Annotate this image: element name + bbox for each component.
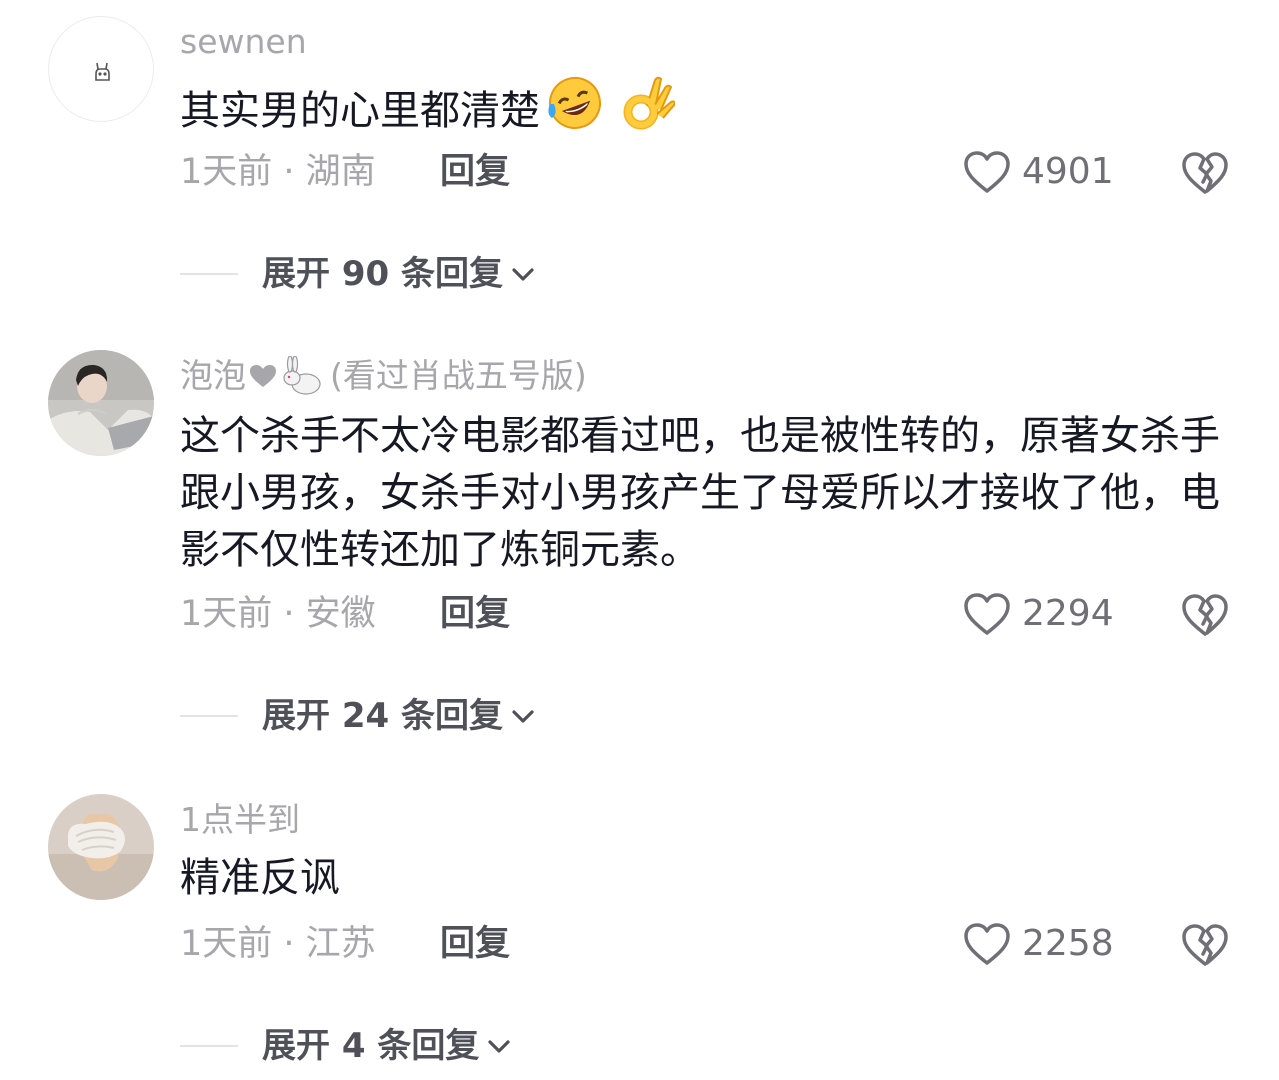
avatar[interactable] [48, 794, 154, 900]
rabbit-logo-icon [95, 62, 110, 81]
comment-text-content: 其实男的心里都清楚 [180, 88, 540, 134]
divider-line [180, 1045, 238, 1047]
chevron-down-icon [488, 1040, 510, 1053]
expand-replies-button[interactable]: 展开 90 条回复 [180, 252, 537, 296]
like-button[interactable]: 2258 [962, 919, 1114, 969]
avatar[interactable] [48, 16, 154, 122]
comment-text: 精准反讽 [180, 855, 340, 901]
avatar-photo [48, 350, 154, 456]
like-count: 4901 [1022, 151, 1114, 192]
username-text: 泡泡 [180, 356, 246, 395]
divider-line [180, 273, 238, 275]
avatar[interactable] [48, 350, 154, 456]
reply-button[interactable]: 回复 [440, 150, 510, 194]
username[interactable]: 1点半到 [180, 800, 300, 840]
username[interactable]: sewnen [180, 22, 307, 62]
comment-meta: 1天前 · 安徽 [180, 594, 376, 634]
expand-replies-label: 展开 90 条回复 [262, 254, 503, 294]
like-button[interactable]: 2294 [962, 589, 1114, 639]
broken-heart-icon[interactable] [1180, 590, 1230, 640]
broken-heart-icon[interactable] [1180, 148, 1230, 198]
expand-replies-button[interactable]: 展开 24 条回复 [180, 694, 537, 738]
comment-meta: 1天前 · 湖南 [180, 152, 376, 192]
expand-replies-label: 展开 24 条回复 [262, 696, 503, 736]
divider-line [180, 715, 238, 717]
like-count: 2258 [1022, 923, 1114, 964]
comment-text: 这个杀手不太冷电影都看过吧，也是被性转的，原著女杀手跟小男孩，女杀手对小男孩产生… [180, 413, 1220, 573]
heart-icon [250, 365, 276, 387]
heart-outline-icon [964, 151, 1010, 193]
like-count: 2294 [1022, 593, 1114, 634]
ok-hand-emoji-icon [623, 76, 676, 130]
comment-text: 其实男的心里都清楚 [180, 74, 1240, 148]
reply-button[interactable]: 回复 [440, 592, 510, 636]
chevron-down-icon [512, 710, 534, 723]
broken-heart-icon[interactable] [1180, 920, 1230, 970]
avatar-photo [48, 794, 154, 900]
expand-replies-label: 展开 4 条回复 [262, 1026, 480, 1066]
username-suffix: (看过肖战五号版) [330, 356, 587, 395]
comment-meta: 1天前 · 江苏 [180, 924, 376, 964]
username[interactable]: 泡泡 (看过肖战五号版) [180, 356, 587, 396]
chevron-down-icon [512, 268, 534, 281]
like-button[interactable]: 4901 [962, 147, 1114, 197]
reply-button[interactable]: 回复 [440, 922, 510, 966]
expand-replies-button[interactable]: 展开 4 条回复 [180, 1024, 513, 1068]
rofl-emoji-icon [548, 77, 601, 129]
rabbit-icon [283, 356, 321, 395]
heart-outline-icon [964, 593, 1010, 635]
emoji-group [546, 74, 676, 148]
heart-outline-icon [964, 923, 1010, 965]
